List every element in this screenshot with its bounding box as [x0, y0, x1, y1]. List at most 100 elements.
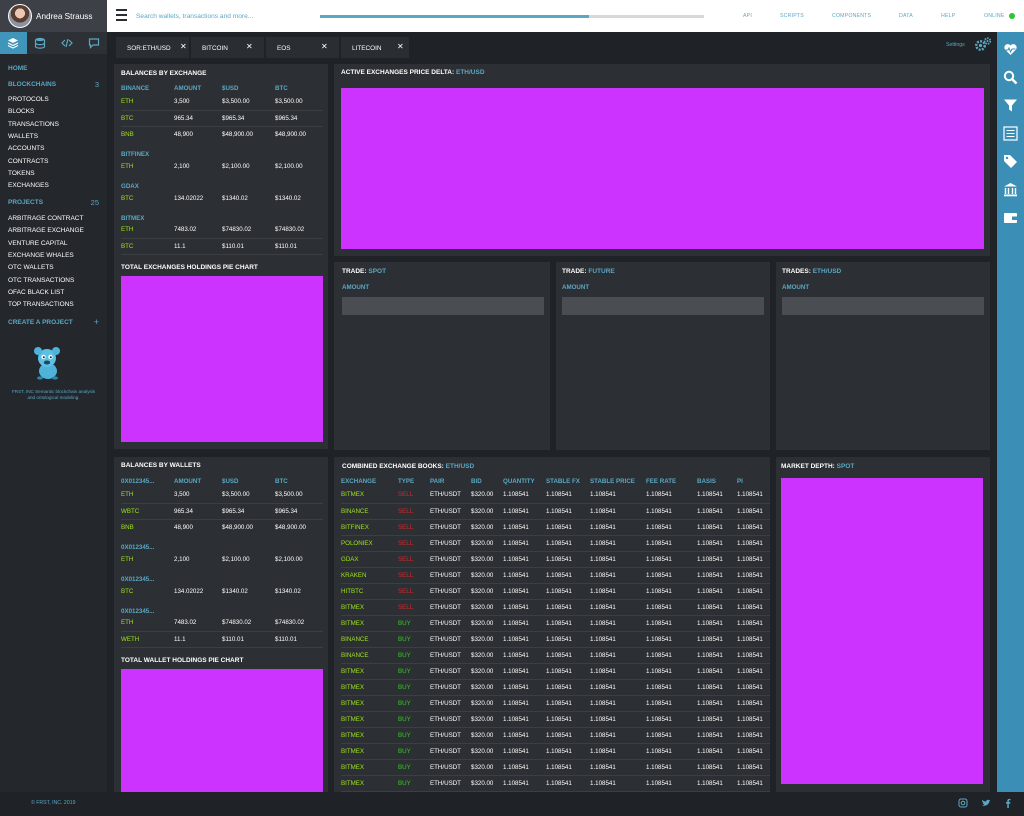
- menu-icon[interactable]: [116, 9, 127, 21]
- wallet-icon[interactable]: [1003, 210, 1018, 225]
- asset-cell[interactable]: ETH: [121, 158, 174, 174]
- tags-icon[interactable]: [1003, 154, 1018, 169]
- group-label[interactable]: 0X012345...: [121, 535, 323, 551]
- table-row[interactable]: BINANCE BUY ETH/USDT $320.00 1.108541 1.10854…: [341, 631, 770, 648]
- column-header-pair[interactable]: PAIR: [430, 478, 471, 487]
- instagram-icon[interactable]: [958, 798, 968, 808]
- asset-cell[interactable]: WETH: [121, 631, 174, 648]
- table-row[interactable]: HITBTC SELL ETH/USDT $320.00 1.108541 1.10854…: [341, 583, 770, 600]
- group-label[interactable]: BITFINEX: [121, 142, 323, 158]
- nav-api[interactable]: API: [743, 13, 752, 19]
- asset-cell[interactable]: BNB: [121, 519, 174, 535]
- database-icon[interactable]: [27, 32, 54, 54]
- sidebar-item-arbitrage-exchange[interactable]: ARBITRAGE EXCHANGE: [8, 227, 84, 234]
- column-header-basis[interactable]: BASIS: [697, 478, 737, 487]
- column-header-type[interactable]: TYPE: [398, 478, 430, 487]
- asset-cell[interactable]: ETH: [121, 94, 174, 111]
- table-row[interactable]: KRAKEN SELL ETH/USDT $320.00 1.108541 1.10854…: [341, 567, 770, 584]
- asset-cell[interactable]: ETH: [121, 615, 174, 632]
- asset-cell[interactable]: WBTC: [121, 503, 174, 520]
- tab-sor-eth-usd[interactable]: SOR:ETH/USD ✕: [116, 37, 189, 58]
- avatar[interactable]: [8, 4, 32, 28]
- column-header-pi[interactable]: PI: [737, 478, 770, 487]
- column-header-fee-rate[interactable]: FEE RATE: [646, 478, 697, 487]
- table-row[interactable]: GDAX SELL ETH/USDT $320.00 1.108541 1.108541 1…: [341, 551, 770, 568]
- table-row[interactable]: BITMEX BUY ETH/USDT $320.00 1.108541 1.108541…: [341, 711, 770, 728]
- table-row[interactable]: BITFINEX SELL ETH/USDT $320.00 1.108541 1.108…: [341, 519, 770, 536]
- group-label[interactable]: 0X012345...: [121, 567, 323, 583]
- sidebar-item-wallets[interactable]: WALLETS: [8, 133, 38, 140]
- table-row[interactable]: BITMEX BUY ETH/USDT $320.00 1.108541 1.108541…: [341, 663, 770, 680]
- nav-scripts[interactable]: SCRIPTS: [780, 13, 804, 19]
- amount-field[interactable]: [562, 297, 764, 315]
- column-header-exchange[interactable]: EXCHANGE: [341, 478, 398, 487]
- close-tab-icon[interactable]: ✕: [321, 42, 328, 51]
- layers-icon[interactable]: [0, 32, 27, 54]
- code-icon[interactable]: [54, 32, 81, 54]
- table-row[interactable]: POLONIEX SELL ETH/USDT $320.00 1.108541 1.108…: [341, 535, 770, 552]
- nav-data[interactable]: DATA: [899, 13, 913, 19]
- filter-icon[interactable]: [1003, 98, 1018, 113]
- column-header-stable-fx[interactable]: STABLE FX: [546, 478, 590, 487]
- table-row[interactable]: BITMEX BUY ETH/USDT $320.00 1.108541 1.108541…: [341, 615, 770, 632]
- asset-cell[interactable]: BNB: [121, 126, 174, 142]
- sidebar-item-arbitrage-contract[interactable]: ARBITRAGE CONTRACT: [8, 215, 83, 222]
- asset-cell[interactable]: BTC: [121, 110, 174, 127]
- sidebar-item-venture-capital[interactable]: VENTURE CAPITAL: [8, 240, 67, 247]
- twitter-icon[interactable]: [981, 798, 991, 808]
- column-header-stable-price[interactable]: STABLE PRICE: [590, 478, 646, 487]
- sidebar-item-exchange-whales[interactable]: EXCHANGE WHALES: [8, 252, 74, 259]
- sidebar-item-protocols[interactable]: PROTOCOLS: [8, 96, 49, 103]
- bank-icon[interactable]: [1003, 182, 1018, 197]
- table-row[interactable]: BINANCE SELL ETH/USDT $320.00 1.108541 1.1085…: [341, 503, 770, 520]
- table-row[interactable]: BITMEX BUY ETH/USDT $320.00 1.108541 1.108541…: [341, 775, 770, 792]
- heart-pulse-icon[interactable]: [1003, 42, 1018, 57]
- asset-cell[interactable]: BTC: [121, 190, 174, 206]
- list-icon[interactable]: [1003, 126, 1018, 141]
- sidebar-item-otc-transactions[interactable]: OTC TRANSACTIONS: [8, 277, 74, 284]
- column-header-bid[interactable]: BID: [471, 478, 503, 487]
- table-row[interactable]: BITMEX BUY ETH/USDT $320.00 1.108541 1.108541…: [341, 743, 770, 760]
- tab-bitcoin[interactable]: BITCOIN ✕: [191, 37, 264, 58]
- close-tab-icon[interactable]: ✕: [397, 42, 404, 51]
- table-row[interactable]: BITMEX BUY ETH/USDT $320.00 1.108541 1.108541…: [341, 727, 770, 744]
- sidebar-item-home[interactable]: HOME: [8, 65, 28, 72]
- sidebar-item-top-transactions[interactable]: TOP TRANSACTIONS: [8, 301, 74, 308]
- sidebar-item-tokens[interactable]: TOKENS: [8, 170, 35, 177]
- table-row[interactable]: BITMEX BUY ETH/USDT $320.00 1.108541 1.108541…: [341, 759, 770, 776]
- user-profile[interactable]: Andrea Strauss: [0, 0, 107, 32]
- group-label[interactable]: BITMEX: [121, 206, 323, 222]
- amount-field[interactable]: [782, 297, 984, 315]
- asset-cell[interactable]: ETH: [121, 551, 174, 567]
- tab-litecoin[interactable]: LITECOIN ✕: [341, 37, 409, 58]
- close-tab-icon[interactable]: ✕: [180, 42, 187, 51]
- sidebar-section-projects[interactable]: PROJECTS: [8, 199, 43, 206]
- sidebar-section-blockchains[interactable]: BLOCKCHAINS: [8, 81, 56, 88]
- close-tab-icon[interactable]: ✕: [246, 42, 253, 51]
- create-project-link[interactable]: CREATE A PROJECT: [8, 319, 73, 326]
- amount-field[interactable]: [342, 297, 544, 315]
- asset-cell[interactable]: BTC: [121, 238, 174, 255]
- column-header-quantity[interactable]: QUANTITY: [503, 478, 546, 487]
- sidebar-item-exchanges[interactable]: EXCHANGES: [8, 182, 49, 189]
- sidebar-item-transactions[interactable]: TRANSACTIONS: [8, 121, 59, 128]
- table-row[interactable]: BITMEX BUY ETH/USDT $320.00 1.108541 1.108541…: [341, 695, 770, 712]
- group-label[interactable]: GDAX: [121, 174, 323, 190]
- gear-icon[interactable]: [974, 36, 992, 52]
- search-icon[interactable]: [1003, 70, 1018, 85]
- chat-icon[interactable]: [80, 32, 107, 54]
- asset-cell[interactable]: ETH: [121, 222, 174, 239]
- sidebar-item-accounts[interactable]: ACCOUNTS: [8, 145, 44, 152]
- group-label[interactable]: 0X012345...: [121, 599, 323, 615]
- nav-components[interactable]: COMPONENTS: [832, 13, 871, 19]
- facebook-icon[interactable]: [1003, 798, 1013, 808]
- settings-link[interactable]: Settings: [946, 42, 965, 48]
- sidebar-item-ofac-black-list[interactable]: OFAC BLACK LIST: [8, 289, 64, 296]
- table-row[interactable]: BINANCE BUY ETH/USDT $320.00 1.108541 1.10854…: [341, 647, 770, 664]
- asset-cell[interactable]: ETH: [121, 487, 174, 504]
- sidebar-item-blocks[interactable]: BLOCKS: [8, 108, 34, 115]
- table-row[interactable]: BITMEX SELL ETH/USDT $320.00 1.108541 1.10854…: [341, 487, 770, 504]
- table-row[interactable]: BITMEX SELL ETH/USDT $320.00 1.108541 1.10854…: [341, 599, 770, 616]
- add-project-icon[interactable]: +: [94, 317, 99, 327]
- asset-cell[interactable]: BTC: [121, 583, 174, 599]
